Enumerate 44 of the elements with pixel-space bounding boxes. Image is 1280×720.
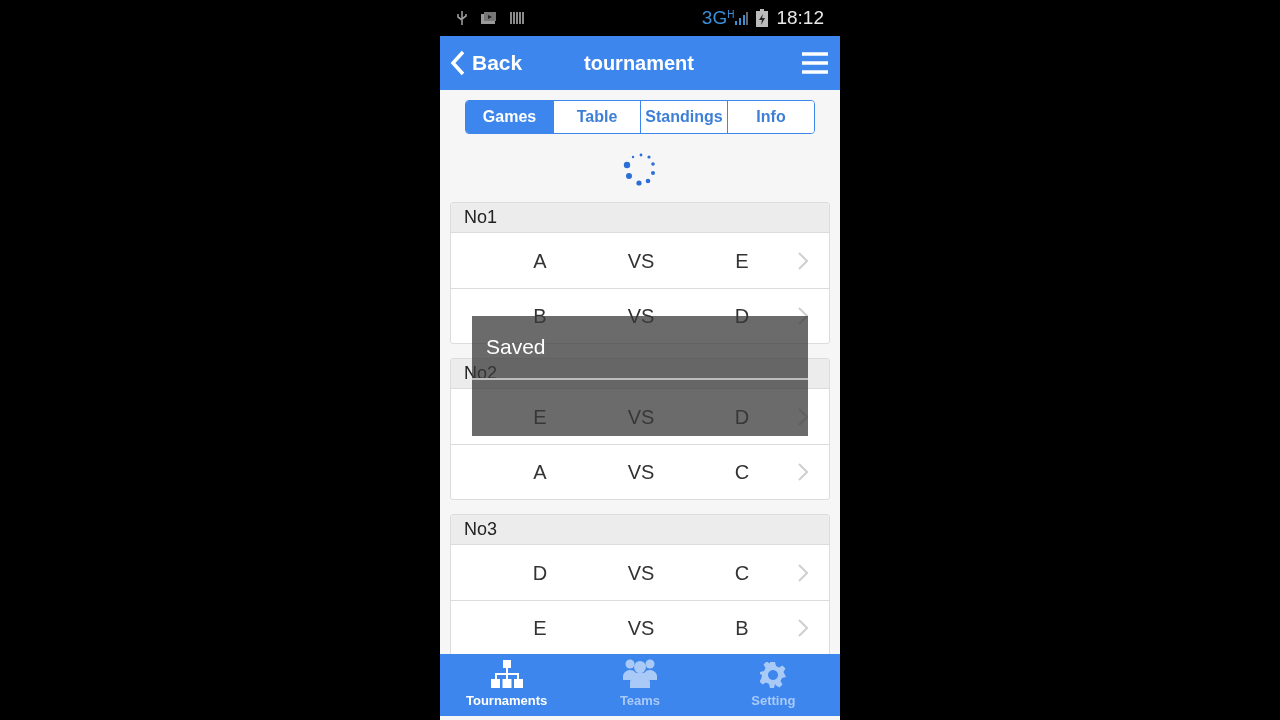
battery-icon <box>756 9 769 27</box>
image-icon <box>480 11 498 25</box>
team-name: B <box>734 616 750 641</box>
screen-title: tournament <box>584 51 694 76</box>
usb-icon <box>456 10 468 26</box>
team-name: D <box>531 560 549 586</box>
team-name: C <box>733 460 751 485</box>
barcode-icon <box>510 11 524 25</box>
signal-icon <box>734 10 749 26</box>
team-name: E <box>532 616 548 641</box>
team-name: C <box>733 560 751 586</box>
group-title: No3 <box>464 518 498 541</box>
nav-tab[interactable]: Tournaments <box>440 654 574 716</box>
game-row[interactable]: A VS E <box>451 233 829 288</box>
tab[interactable]: Info <box>727 101 814 133</box>
tab[interactable]: Games <box>466 101 553 133</box>
chevron-right-icon <box>798 619 808 637</box>
network-subtype: H <box>727 8 735 22</box>
versus-label: VS <box>626 248 656 274</box>
versus-label: VS <box>626 560 656 586</box>
game-row[interactable]: A VS C <box>451 444 829 499</box>
chevron-right-icon <box>798 251 808 270</box>
group-title: No1 <box>464 206 498 229</box>
gear-icon <box>760 661 787 688</box>
versus-label: VS <box>626 616 656 641</box>
chevron-right-icon <box>798 563 808 582</box>
clock-time: 18:12 <box>776 5 824 30</box>
people-icon <box>623 657 657 688</box>
team-name: E <box>734 248 750 274</box>
back-button[interactable]: Back <box>450 47 523 79</box>
hierarchy-icon <box>490 659 523 688</box>
chevron-left-icon <box>450 50 466 76</box>
loading-spinner-icon <box>623 152 657 186</box>
menu-icon[interactable] <box>802 52 828 74</box>
team-name: A <box>532 248 548 274</box>
nav-tab[interactable]: Teams <box>573 654 707 716</box>
game-row[interactable]: D VS C <box>451 545 829 600</box>
team-name: A <box>532 460 548 485</box>
tab[interactable]: Table <box>553 101 640 133</box>
versus-label: VS <box>626 460 656 485</box>
network-type: 3G <box>701 5 728 30</box>
nav-tab[interactable]: Setting <box>706 654 840 716</box>
chevron-right-icon <box>798 463 808 481</box>
tab[interactable]: Standings <box>640 101 727 133</box>
